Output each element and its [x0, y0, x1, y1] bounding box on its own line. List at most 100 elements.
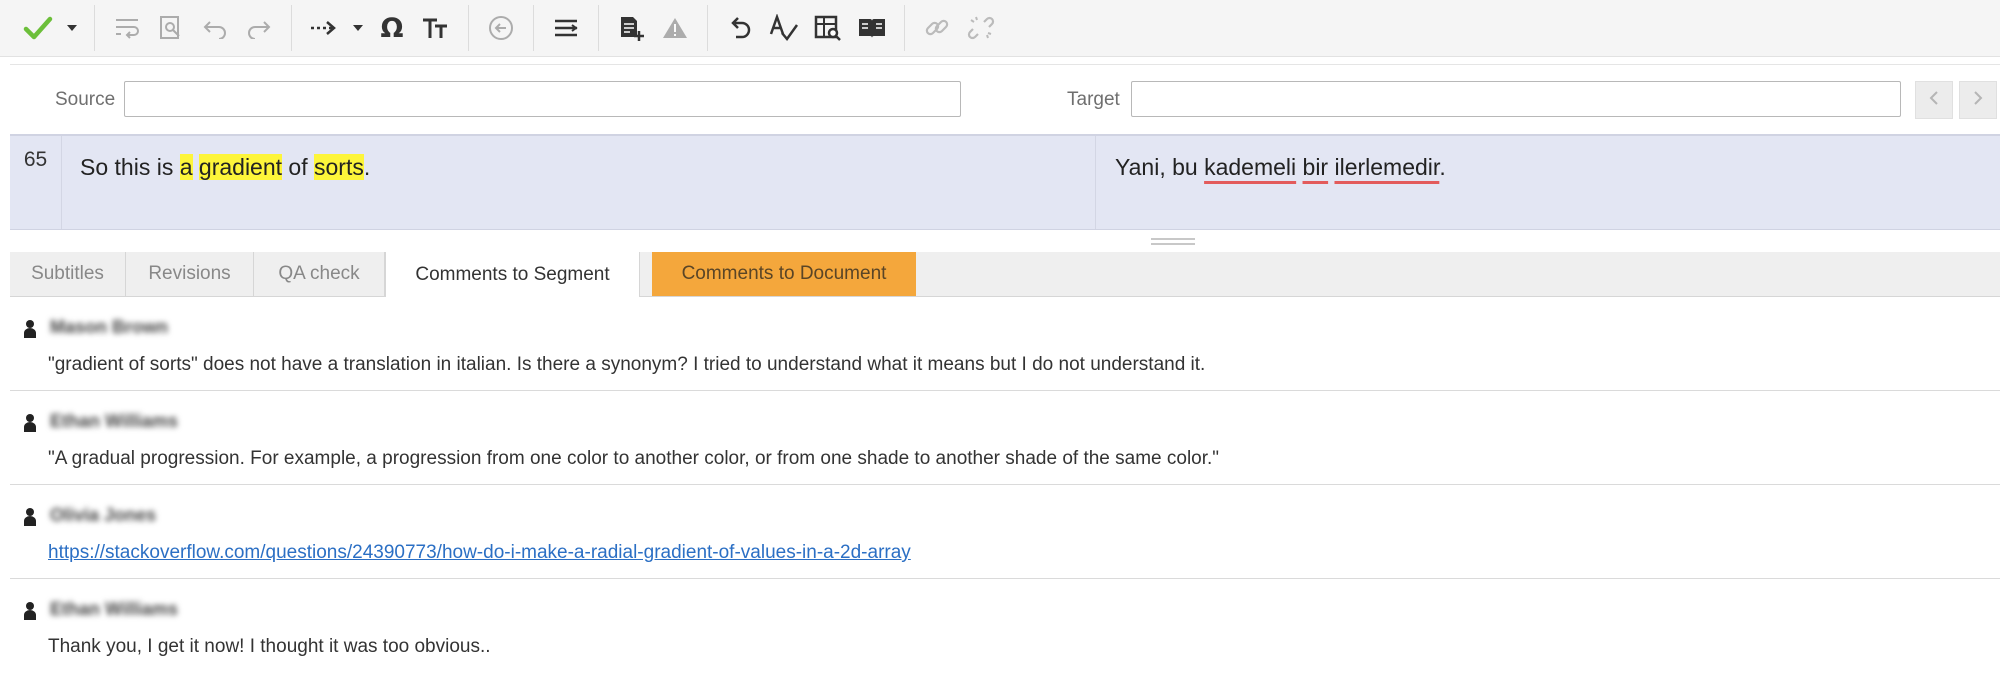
target-text[interactable]: Yani, bu kademeli bir ilerlemedir.: [1115, 154, 1446, 181]
dropdown-arrow-icon: [66, 24, 78, 32]
comment-author: Ethan Williams: [50, 411, 178, 431]
tab-label: Comments to Segment: [415, 263, 610, 285]
spellcheck-icon: [769, 14, 799, 42]
tab-label: Subtitles: [31, 263, 104, 284]
target-run: Yani, bu: [1115, 154, 1205, 180]
confirm-button[interactable]: [16, 5, 60, 51]
termbase-button[interactable]: [850, 5, 894, 51]
find-image-button[interactable]: [149, 5, 193, 51]
toolbar-group-edit: [95, 5, 292, 51]
toolbar-group-links: [905, 5, 1013, 51]
special-character-button[interactable]: Ω: [370, 5, 414, 51]
resize-handle[interactable]: [1151, 238, 1195, 246]
comment-text: "A gradual progression. For example, a p…: [48, 448, 1220, 469]
comment-text: Thank you, I get it now! I thought it wa…: [48, 636, 491, 657]
add-document-icon: [617, 14, 645, 42]
insert-tag-dropdown[interactable]: [346, 5, 370, 51]
tab-revisions[interactable]: Revisions: [126, 252, 254, 296]
dropdown-arrow-icon: [352, 24, 364, 32]
text-case-button[interactable]: [414, 5, 458, 51]
toolbar-group-status: [469, 5, 534, 51]
text-size-icon: [421, 16, 451, 40]
add-document-button[interactable]: [609, 5, 653, 51]
wrap-text-icon: [113, 15, 141, 41]
redo-button[interactable]: [237, 5, 281, 51]
spell-flagged-word[interactable]: bir: [1303, 154, 1329, 180]
segment-row[interactable]: 65 So this is a gradient of sorts. Yani,…: [10, 134, 2000, 230]
source-run: [193, 154, 199, 180]
comment-link[interactable]: https://stackoverflow.com/questions/2439…: [48, 542, 911, 564]
unlink-button[interactable]: [959, 5, 1003, 51]
undo-button[interactable]: [193, 5, 237, 51]
link-icon: [923, 14, 951, 42]
source-search-input[interactable]: [124, 81, 961, 117]
comment-author: Ethan Williams: [50, 599, 178, 619]
user-icon: [23, 507, 37, 532]
user-icon: [23, 601, 37, 626]
tab-label: QA check: [278, 263, 360, 284]
tab-comments-to-document[interactable]: Comments to Document: [652, 252, 916, 296]
insert-tag-button[interactable]: [302, 5, 346, 51]
target-search-input[interactable]: [1131, 81, 1901, 117]
confirm-options-dropdown[interactable]: [60, 5, 84, 51]
highlighted-term: sorts: [314, 154, 364, 180]
target-label: Target: [1067, 89, 1120, 110]
qa-warning-button[interactable]: [653, 5, 697, 51]
comment-item: Ethan Williams Thank you, I get it now! …: [10, 579, 2000, 673]
toolbar: Ω: [0, 0, 2000, 57]
source-run: of: [282, 154, 314, 180]
segment-number: 65: [10, 136, 62, 229]
source-label: Source: [55, 89, 116, 110]
comment-text: "gradient of sorts" does not have a tran…: [48, 354, 1206, 375]
comment-author: Mason Brown: [50, 317, 169, 337]
wrap-text-button[interactable]: [105, 5, 149, 51]
spell-flagged-word[interactable]: kademeli: [1204, 154, 1296, 180]
comment-item: Mason Brown "gradient of sorts" does not…: [10, 297, 2000, 391]
source-run: So this is: [80, 154, 180, 180]
concordance-button[interactable]: [806, 5, 850, 51]
undo-alt-icon: [727, 15, 753, 41]
link-button[interactable]: [915, 5, 959, 51]
comment-item: Olivia Jones https://stackoverflow.com/q…: [10, 485, 2000, 579]
circle-arrow-icon: [487, 14, 515, 42]
source-run: .: [363, 154, 371, 180]
spellcheck-button[interactable]: [762, 5, 806, 51]
chevron-left-icon: [1928, 90, 1940, 111]
toolbar-group-align: [534, 5, 599, 51]
warning-triangle-icon: [661, 16, 689, 40]
next-match-button[interactable]: [1959, 81, 1997, 119]
source-text: So this is a gradient of sorts.: [80, 154, 370, 181]
unlink-icon: [967, 14, 995, 42]
comment-author: Olivia Jones: [50, 505, 157, 525]
spell-flagged-word[interactable]: ilerlemedir: [1334, 154, 1439, 180]
revert-button[interactable]: [718, 5, 762, 51]
toolbar-group-doc: [599, 5, 708, 51]
align-button[interactable]: [544, 5, 588, 51]
find-bar: Source Target: [10, 64, 2000, 130]
comment-list: Mason Brown "gradient of sorts" does not…: [10, 297, 2000, 673]
highlighted-term: gradient: [198, 154, 283, 180]
omega-symbol-icon: Ω: [380, 12, 404, 44]
undo-icon: [201, 17, 229, 39]
tab-label: Comments to Document: [681, 263, 887, 284]
tab-subtitles[interactable]: Subtitles: [10, 252, 126, 296]
tab-comments-to-segment[interactable]: Comments to Segment: [385, 252, 640, 297]
align-icon: [552, 17, 580, 39]
circle-arrow-button[interactable]: [479, 5, 523, 51]
tab-qa-check[interactable]: QA check: [254, 252, 385, 296]
search-table-icon: [813, 14, 843, 42]
segment-divider: [1095, 136, 1096, 229]
arrow-right-icon: [309, 18, 339, 38]
toolbar-group-confirm: [6, 5, 95, 51]
chevron-right-icon: [1972, 90, 1984, 111]
user-icon: [23, 413, 37, 438]
toolbar-group-insert: Ω: [292, 5, 469, 51]
book-icon: [857, 15, 887, 41]
bottom-panel-tabs: Subtitles Revisions QA check Comments to…: [10, 252, 2000, 297]
confirm-check-icon: [23, 15, 53, 41]
previous-match-button[interactable]: [1915, 81, 1953, 119]
comment-item: Ethan Williams "A gradual progression. F…: [10, 391, 2000, 485]
toolbar-group-tools: [708, 5, 905, 51]
user-icon: [23, 319, 37, 344]
target-run: .: [1439, 154, 1446, 180]
